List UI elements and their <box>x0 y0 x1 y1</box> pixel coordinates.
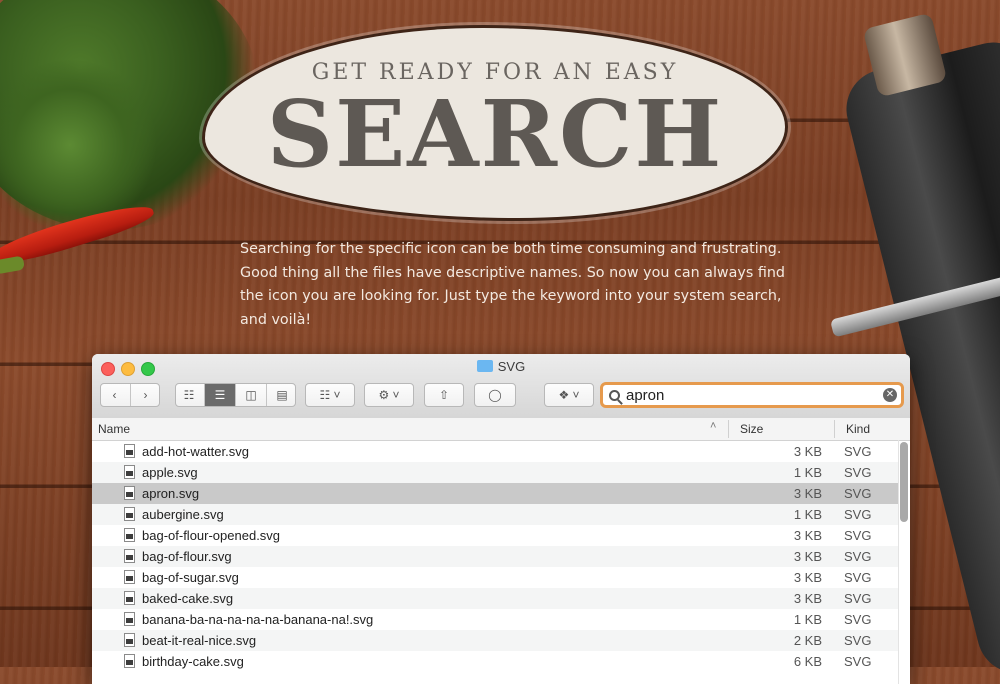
file-name: bag-of-flour.svg <box>142 549 232 564</box>
column-view-button[interactable]: ◫ <box>236 384 267 406</box>
file-kind: SVG <box>844 465 872 480</box>
file-row[interactable]: birthday-cake.svg 6 KB SVG <box>92 651 898 672</box>
file-row[interactable]: bag-of-flour.svg 3 KB SVG <box>92 546 898 567</box>
size-column-header[interactable]: Size <box>740 422 763 436</box>
file-name: beat-it-real-nice.svg <box>142 633 257 648</box>
chevron-down-icon: ˅ <box>392 388 400 402</box>
list-view-button[interactable]: ☰ <box>205 384 236 406</box>
chevron-down-icon: ˅ <box>333 388 341 402</box>
file-kind: SVG <box>844 444 872 459</box>
file-size: 3 KB <box>793 528 822 543</box>
file-kind: SVG <box>844 591 872 606</box>
window-title-bar: SVG <box>92 359 910 374</box>
search-input[interactable]: apron <box>626 387 883 404</box>
share-icon: ⇧ <box>438 388 450 402</box>
tag-icon: ◯ <box>488 388 502 402</box>
file-name: bag-of-sugar.svg <box>142 570 239 585</box>
gallery-view-button[interactable]: ▤ <box>267 384 297 406</box>
name-column-header[interactable]: Name <box>98 422 130 436</box>
file-row[interactable]: baked-cake.svg 3 KB SVG <box>92 588 898 609</box>
file-row[interactable]: apple.svg 1 KB SVG <box>92 462 898 483</box>
file-kind: SVG <box>844 486 872 501</box>
file-size: 3 KB <box>793 591 822 606</box>
share-button[interactable]: ⇧ <box>424 383 464 407</box>
file-size: 1 KB <box>793 507 822 522</box>
hero-title: SEARCH <box>266 80 724 188</box>
column-divider <box>728 420 729 438</box>
svg-file-icon <box>124 654 135 668</box>
kind-column-header[interactable]: Kind <box>846 422 870 436</box>
svg-file-icon <box>124 633 135 647</box>
file-name: apron.svg <box>142 486 200 501</box>
file-row[interactable]: apron.svg 3 KB SVG <box>92 483 898 504</box>
file-name: bag-of-flour-opened.svg <box>142 528 281 543</box>
svg-file-icon <box>124 591 135 605</box>
svg-file-icon <box>124 528 135 542</box>
folder-icon <box>476 360 493 372</box>
file-row[interactable]: bag-of-flour-opened.svg 3 KB SVG <box>92 525 898 546</box>
file-size: 3 KB <box>793 486 822 501</box>
svg-file-icon <box>124 570 135 584</box>
dropbox-icon: ❖ <box>558 388 570 402</box>
search-icon <box>609 389 620 401</box>
icon-view-button[interactable]: ☷ <box>174 384 205 406</box>
group-icon: ☷ <box>319 388 331 402</box>
file-row[interactable]: banana-ba-na-na-na-na-banana-na!.svg 1 KB… <box>92 609 898 630</box>
column-header: Name ˄ Size Kind <box>92 418 910 441</box>
back-forward-buttons: ‹ › <box>100 383 160 407</box>
svg-file-icon <box>124 612 135 626</box>
svg-file-icon <box>124 507 135 521</box>
file-row[interactable]: beat-it-real-nice.svg 2 KB SVG <box>92 630 898 651</box>
file-name: apple.svg <box>142 465 198 480</box>
file-kind: SVG <box>844 528 872 543</box>
hero-description: Searching for the specific icon can be b… <box>240 241 785 328</box>
scroll-track-divider <box>898 440 899 684</box>
file-kind: SVG <box>844 507 872 522</box>
file-size: 2 KB <box>793 633 822 648</box>
vertical-scrollbar[interactable] <box>900 442 908 522</box>
file-name: banana-ba-na-na-na-na-banana-na!.svg <box>142 612 374 627</box>
window-title: SVG <box>497 359 526 374</box>
file-name: add-hot-watter.svg <box>142 444 249 459</box>
finder-toolbar: SVG ‹ › ☷ ☰ ◫ ▤ ☷ ˅ ⚙ ˅ ⇧ ◯ ❖ ˅ apron ✕ <box>92 354 910 419</box>
sort-ascending-icon: ˄ <box>710 420 717 432</box>
file-name: aubergine.svg <box>142 507 224 522</box>
file-row[interactable]: add-hot-watter.svg 3 KB SVG <box>92 441 898 462</box>
file-kind: SVG <box>844 612 872 627</box>
background-chili-stem <box>0 255 25 275</box>
gear-icon: ⚙ <box>378 388 390 402</box>
file-size: 3 KB <box>793 549 822 564</box>
file-row[interactable]: aubergine.svg 1 KB SVG <box>92 504 898 525</box>
file-kind: SVG <box>844 570 872 585</box>
forward-button[interactable]: › <box>131 384 161 406</box>
search-field[interactable]: apron ✕ <box>600 382 904 408</box>
chevron-down-icon: ˅ <box>572 388 580 402</box>
tags-button[interactable]: ◯ <box>474 383 516 407</box>
svg-file-icon <box>124 465 135 479</box>
dropbox-button[interactable]: ❖ ˅ <box>544 383 594 407</box>
view-mode-segment: ☷ ☰ ◫ ▤ <box>175 383 296 407</box>
action-menu-button[interactable]: ⚙ ˅ <box>364 383 414 407</box>
svg-file-icon <box>124 444 135 458</box>
file-size: 1 KB <box>793 612 822 627</box>
column-divider <box>834 420 835 438</box>
svg-file-icon <box>124 549 135 563</box>
back-button[interactable]: ‹ <box>100 384 131 406</box>
svg-file-icon <box>124 486 135 500</box>
group-by-button[interactable]: ☷ ˅ <box>305 383 355 407</box>
file-list: add-hot-watter.svg 3 KB SVG apple.svg 1 KB SV… <box>92 441 898 672</box>
file-row[interactable]: bag-of-sugar.svg 3 KB SVG <box>92 567 898 588</box>
file-name: baked-cake.svg <box>142 591 234 606</box>
file-size: 3 KB <box>793 570 822 585</box>
finder-window: SVG ‹ › ☷ ☰ ◫ ▤ ☷ ˅ ⚙ ˅ ⇧ ◯ ❖ ˅ apron ✕ … <box>92 354 910 684</box>
file-kind: SVG <box>844 549 872 564</box>
clear-search-icon[interactable]: ✕ <box>883 388 897 402</box>
file-size: 1 KB <box>793 465 822 480</box>
file-size: 3 KB <box>793 444 822 459</box>
file-kind: SVG <box>844 633 872 648</box>
